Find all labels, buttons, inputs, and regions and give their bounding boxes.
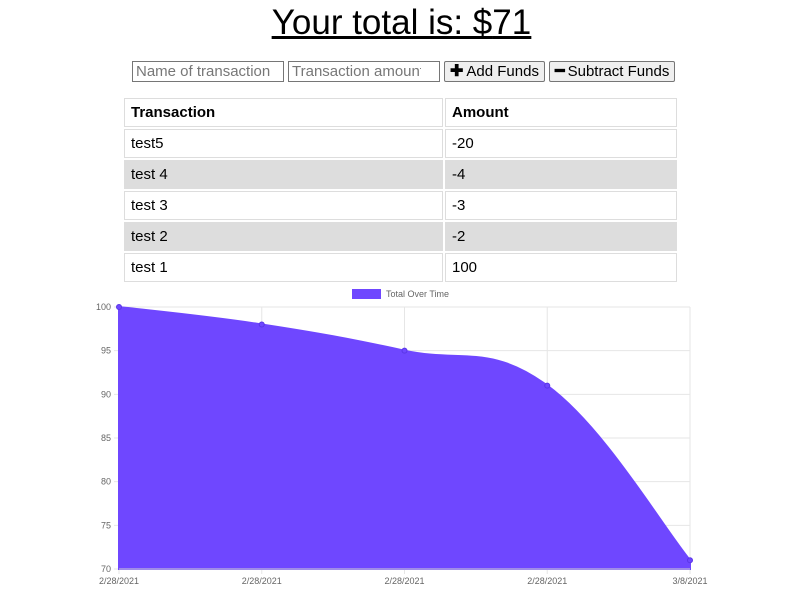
x-tick-label: 2/28/2021 <box>384 576 424 586</box>
y-tick-label: 95 <box>101 346 111 356</box>
data-point <box>116 304 122 310</box>
y-tick-label: 100 <box>96 302 111 312</box>
data-point <box>258 321 265 328</box>
data-point <box>544 382 551 389</box>
x-tick-label: 2/28/2021 <box>527 576 567 586</box>
y-tick-label: 90 <box>101 389 111 399</box>
budget-tracker-page: Your total is: $71 ✚ Add Funds ━ Subtrac… <box>0 0 803 591</box>
data-point <box>401 347 408 354</box>
y-tick-label: 80 <box>101 477 111 487</box>
y-tick-label: 85 <box>101 433 111 443</box>
total-over-time-chart: 70 75 80 85 90 95 100 2/28/2021 2/28/2021 2/28/20… <box>96 302 708 586</box>
x-tick-label: 2/28/2021 <box>242 576 282 586</box>
y-tick-label: 70 <box>101 564 111 574</box>
x-tick-label: 3/8/2021 <box>672 576 707 586</box>
x-tick-label: 2/28/2021 <box>99 576 139 586</box>
data-point <box>687 557 693 564</box>
y-tick-label: 75 <box>101 520 111 530</box>
